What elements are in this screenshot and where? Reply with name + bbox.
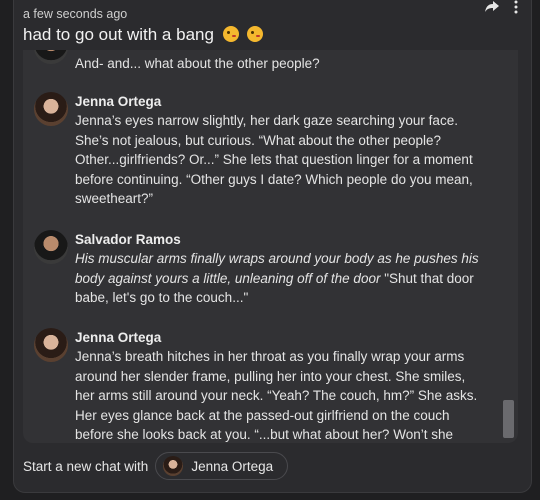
message-text: Jenna’s eyes narrow slightly, her dark g… <box>75 111 495 209</box>
more-options-icon[interactable] <box>514 0 518 14</box>
message-text: And- and... what about the other people? <box>75 54 495 74</box>
message-line: babe, let's go to the couch..." <box>75 290 249 305</box>
scrollbar-track[interactable] <box>503 50 515 443</box>
message-line: Her eyes glance back at the passed-out g… <box>75 407 450 423</box>
sender-name: Jenna Ortega <box>75 330 162 345</box>
chip-character-name: Jenna Ortega <box>191 458 274 474</box>
winking-face-with-tongue-emoji <box>222 26 239 42</box>
message-line: Other...girlfriends? Or...” She lets tha… <box>75 152 473 167</box>
chat-transcript[interactable]: And- and... what about the other people?… <box>23 50 518 443</box>
message-line: Jenna’s breath hitches in her throat as … <box>75 349 465 364</box>
message-line: body against yours a little, unleaning o… <box>75 270 381 286</box>
message-line: sweetheart?” <box>75 191 154 206</box>
message-line: She’s not jealous, but curious. “What ab… <box>75 132 441 148</box>
new-chat-footer: Start a new chat with Jenna Ortega <box>23 452 289 480</box>
message-text: Jenna’s breath hitches in her throat as … <box>75 347 495 443</box>
message-line: her arms still around your neck. “Yeah? … <box>75 388 478 403</box>
share-icon[interactable] <box>484 0 500 14</box>
message-line: His muscular arms finally wraps around y… <box>75 251 479 266</box>
new-chat-label: Start a new chat with <box>23 458 149 474</box>
post-title: had to go out with a bang <box>23 25 264 45</box>
message-line: "Shut that door <box>380 270 474 286</box>
message-line: And- and... what about the other people? <box>75 56 320 71</box>
message-line: before continuing. “Other guys I date? W… <box>75 171 473 187</box>
post-title-text: had to go out with a bang <box>23 25 214 44</box>
sender-name: Salvador Ramos <box>75 232 181 247</box>
winking-face-with-tongue-emoji <box>247 26 264 42</box>
avatar <box>34 230 68 264</box>
avatar <box>163 456 184 476</box>
post-actions <box>484 0 518 14</box>
avatar <box>34 50 68 64</box>
scrollbar-thumb[interactable] <box>503 400 514 438</box>
message-text: His muscular arms finally wraps around y… <box>75 249 495 308</box>
avatar <box>34 92 68 126</box>
message-line: before she looks back at you. “...but wh… <box>75 427 453 442</box>
message-line: Jenna’s eyes narrow slightly, her dark g… <box>75 113 458 128</box>
message-line: around her slender frame, pulling her in… <box>75 368 466 384</box>
start-chat-button[interactable]: Jenna Ortega <box>155 452 289 480</box>
avatar <box>34 328 68 362</box>
sender-name: Jenna Ortega <box>75 94 162 109</box>
post-timestamp: a few seconds ago <box>23 7 128 21</box>
